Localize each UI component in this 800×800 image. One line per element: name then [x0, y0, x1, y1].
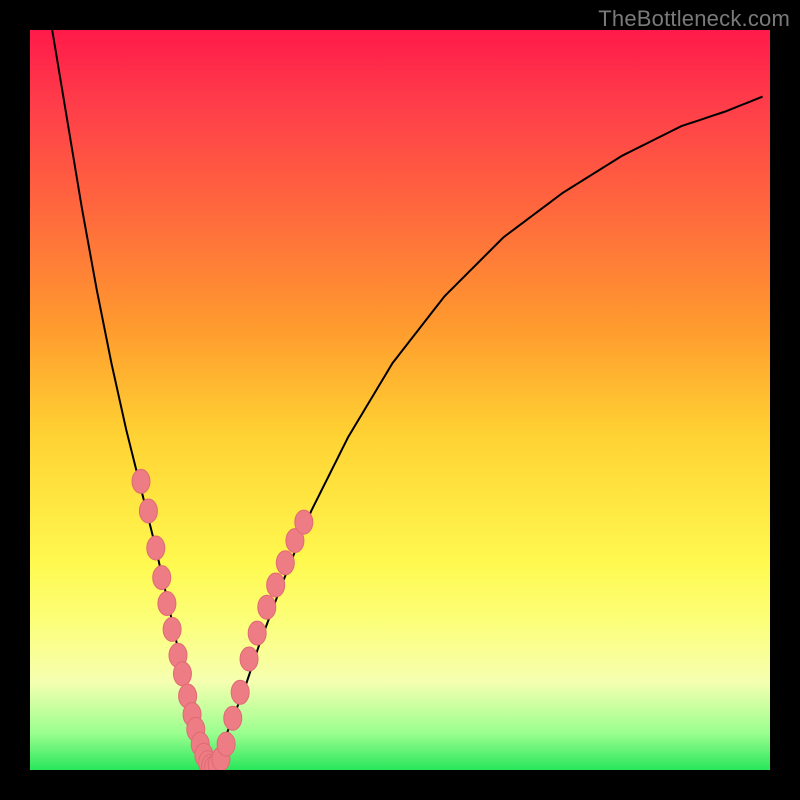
- scatter-dot: [224, 706, 242, 730]
- scatter-dot: [267, 573, 285, 597]
- scatter-dot: [295, 510, 313, 534]
- scatter-layer: [30, 30, 770, 770]
- scatter-dot: [132, 469, 150, 493]
- scatter-dot: [163, 617, 181, 641]
- scatter-dot: [231, 680, 249, 704]
- scatter-dot: [258, 595, 276, 619]
- scatter-dot: [173, 662, 191, 686]
- watermark-text: TheBottleneck.com: [598, 6, 790, 32]
- plot-area: [30, 30, 770, 770]
- scatter-dot: [153, 566, 171, 590]
- scatter-dots: [132, 469, 313, 770]
- scatter-dot: [248, 621, 266, 645]
- chart-frame: TheBottleneck.com: [0, 0, 800, 800]
- scatter-dot: [139, 499, 157, 523]
- scatter-dot: [240, 647, 258, 671]
- scatter-dot: [276, 551, 294, 575]
- scatter-dot: [147, 536, 165, 560]
- scatter-dot: [158, 592, 176, 616]
- scatter-dot: [217, 732, 235, 756]
